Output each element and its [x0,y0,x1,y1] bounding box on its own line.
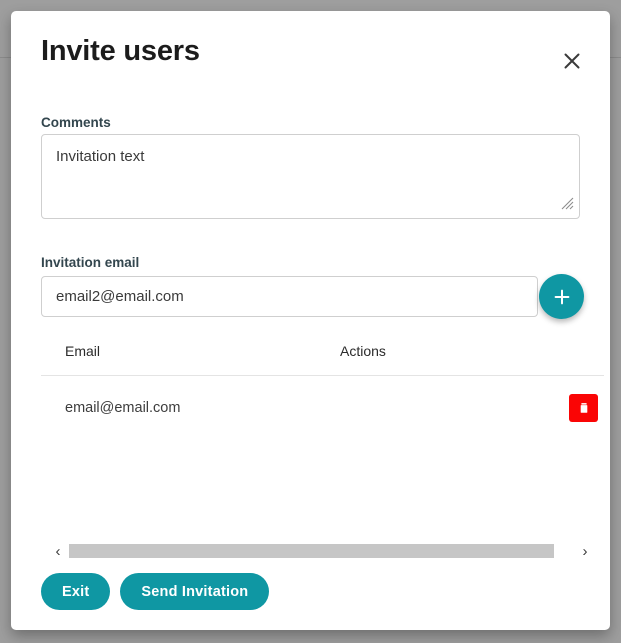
invite-users-dialog: Invite users Comments Invitation email [11,11,610,630]
scrollbar-thumb[interactable] [69,544,554,558]
invitation-email-input[interactable] [41,276,538,317]
comments-label: Comments [41,115,111,130]
column-header-actions: Actions [340,343,604,376]
cell-actions [340,376,604,422]
comments-textarea[interactable] [41,134,580,219]
close-icon [562,51,582,71]
emails-table: Email Actions email@email.com [41,343,604,528]
table-head: Email Actions [41,343,604,376]
invitation-email-label: Invitation email [41,255,140,270]
close-button[interactable] [558,47,586,75]
dialog-footer: Exit Send Invitation [41,573,270,610]
table-header-row: Email Actions [41,343,604,376]
scroll-left-arrow-icon[interactable]: ‹ [49,541,67,561]
table-row: email@email.com [41,376,604,422]
trash-icon [577,401,591,415]
emails-table-element: Email Actions email@email.com [41,343,604,422]
plus-icon [552,287,572,307]
table-body: email@email.com [41,376,604,422]
horizontal-scrollbar[interactable]: ‹ › [49,541,594,561]
delete-email-button[interactable] [569,394,598,422]
exit-button[interactable]: Exit [41,573,111,610]
scrollbar-track[interactable] [69,544,574,558]
page-title: Invite users [41,35,200,67]
send-invitation-button[interactable]: Send Invitation [120,573,270,610]
scroll-right-arrow-icon[interactable]: › [576,541,594,561]
column-header-email: Email [41,343,340,376]
cell-email: email@email.com [65,400,181,416]
dialog-body: Invite users Comments Invitation email [11,11,610,630]
add-email-button[interactable] [539,274,584,319]
